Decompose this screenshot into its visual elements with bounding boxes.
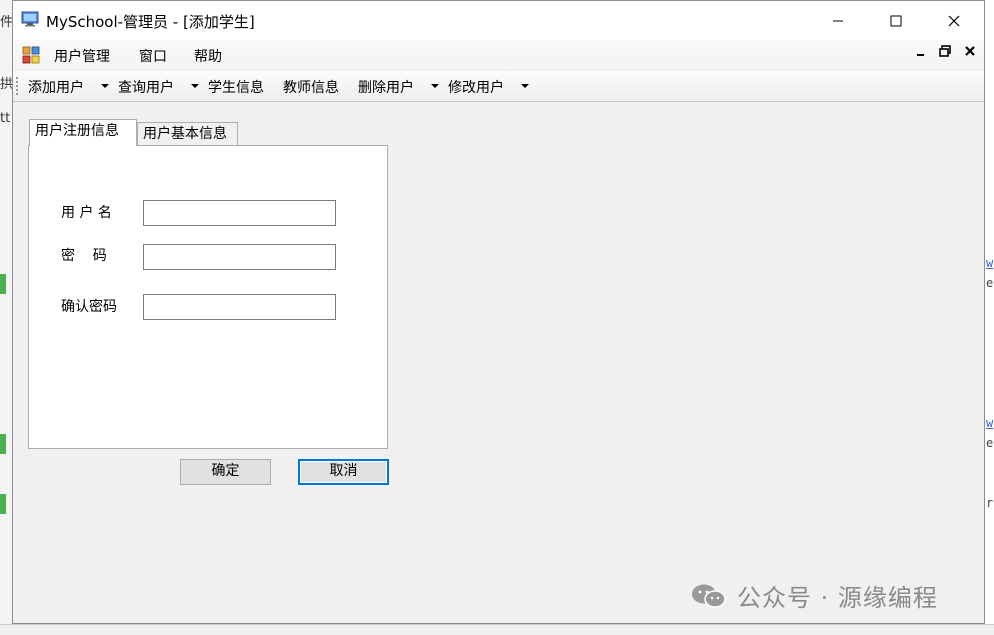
minimize-icon [833, 20, 843, 21]
toolbar-grip[interactable] [16, 77, 21, 95]
background-text: tt [0, 111, 11, 126]
tool-strip: 添加用户 查询用户 学生信息 教师信息 删除用户 修改用户 [13, 71, 984, 102]
child-restore-icon[interactable] [939, 45, 951, 61]
background-app-left-edge [0, 0, 12, 634]
background-text: w [986, 256, 994, 270]
title-bar[interactable]: MySchool-管理员 - [添加学生] [13, 1, 984, 40]
background-text: w [986, 416, 994, 430]
toolbar-add-user[interactable]: 添加用户 [28, 77, 84, 97]
toolbar-modify-user[interactable]: 修改用户 [448, 77, 504, 97]
menu-help[interactable]: 帮助 [194, 46, 222, 66]
child-minimize-icon[interactable] [916, 45, 926, 61]
child-close-icon[interactable] [964, 45, 976, 61]
cancel-button[interactable]: 取消 [298, 459, 389, 485]
background-scrollbar [0, 624, 994, 635]
toolbar-student-info[interactable]: 学生信息 [208, 77, 264, 97]
window-title: MySchool-管理员 - [添加学生] [46, 13, 255, 31]
ok-button[interactable]: 确定 [180, 459, 271, 485]
username-label: 用 户 名 [61, 205, 112, 221]
menu-window[interactable]: 窗口 [139, 46, 167, 66]
wechat-icon [692, 584, 726, 608]
background-marker [0, 434, 6, 454]
background-text: e [986, 436, 994, 450]
password-field[interactable] [143, 244, 336, 270]
menu-bar: 用户管理 窗口 帮助 [13, 40, 984, 70]
chevron-down-icon[interactable] [521, 84, 529, 88]
background-marker [0, 494, 6, 514]
background-text: e [986, 276, 994, 290]
tab-panel-registration: 用 户 名 密 码 确认密码 [28, 145, 388, 449]
background-text: r [986, 496, 994, 510]
close-icon [948, 15, 960, 26]
mdi-child-form: 用户注册信息 用户基本信息 用 户 名 密 码 确认密码 确定 取消 [13, 102, 984, 623]
tab-user-basic-info[interactable]: 用户基本信息 [137, 122, 238, 146]
password-label: 密 码 [61, 248, 107, 264]
tab-user-registration[interactable]: 用户注册信息 [29, 119, 137, 146]
mdi-child-icon[interactable] [22, 46, 40, 64]
maximize-icon [890, 15, 902, 26]
toolbar-teacher-info[interactable]: 教师信息 [283, 77, 339, 97]
minimize-button[interactable] [812, 1, 864, 40]
toolbar-delete-user[interactable]: 删除用户 [358, 77, 414, 97]
maximize-button[interactable] [870, 1, 922, 40]
menu-user-management[interactable]: 用户管理 [54, 46, 110, 66]
watermark-text: 公众号 · 源缘编程 [737, 584, 938, 612]
chevron-down-icon[interactable] [431, 84, 439, 88]
background-marker [0, 274, 6, 294]
app-window: MySchool-管理员 - [添加学生] 用户管理 窗口 帮助 添加用户 查询… [12, 0, 985, 624]
chevron-down-icon[interactable] [191, 84, 199, 88]
confirm-password-label: 确认密码 [61, 299, 117, 315]
username-field[interactable] [143, 200, 336, 226]
toolbar-query-user[interactable]: 查询用户 [118, 77, 174, 97]
confirm-password-field[interactable] [143, 294, 336, 320]
close-button[interactable] [928, 1, 980, 40]
chevron-down-icon[interactable] [101, 84, 109, 88]
monitor-icon [21, 11, 39, 27]
